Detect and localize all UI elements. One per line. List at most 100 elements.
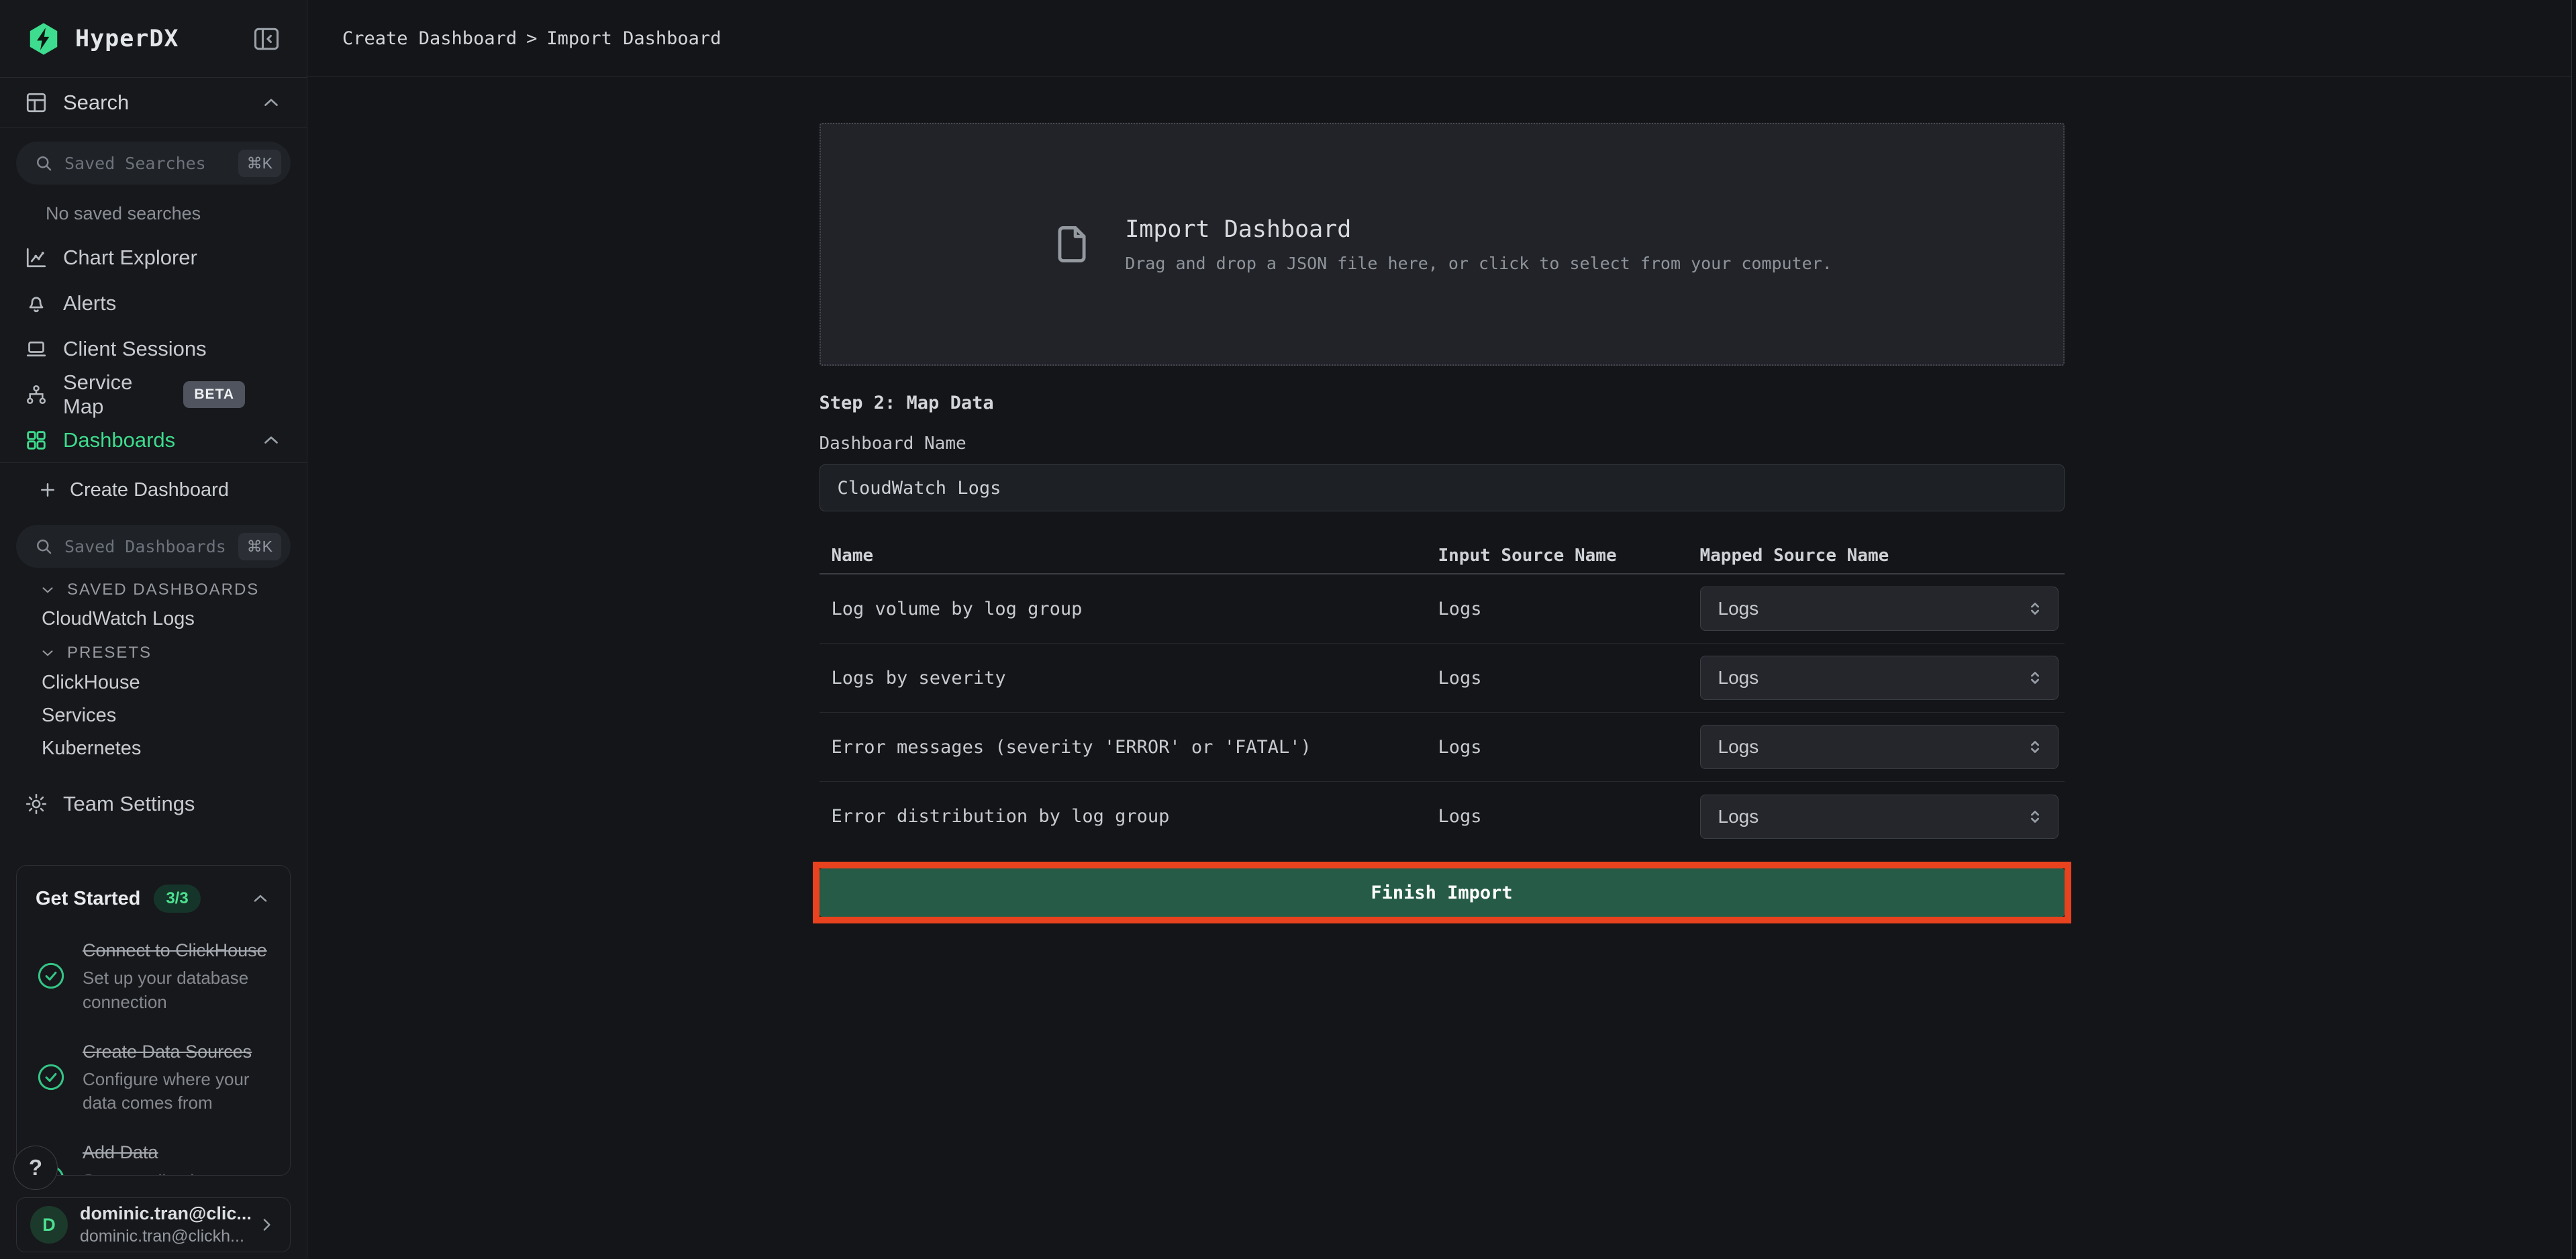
chart-explorer-icon — [24, 246, 48, 270]
checklist-subtitle: Configure where your data comes from — [83, 1068, 271, 1115]
sidebar-item-client-sessions[interactable]: Client Sessions — [0, 326, 307, 372]
dashboard-name-input[interactable] — [820, 464, 2065, 511]
get-started-header: Get Started 3/3 — [36, 885, 271, 913]
create-dashboard-label: Create Dashboard — [70, 479, 229, 501]
plus-icon — [38, 480, 58, 500]
column-header-name: Name — [820, 546, 1438, 566]
dropzone-title: Import Dashboard — [1125, 216, 1832, 243]
saved-dashboards-placeholder: Saved Dashboards — [64, 537, 226, 556]
chevron-up-icon — [260, 429, 283, 452]
sidebar-item-services[interactable]: Services — [0, 699, 307, 732]
beta-badge: BETA — [183, 381, 245, 408]
nav-label: Alerts — [63, 291, 116, 315]
get-started-title: Get Started — [36, 888, 140, 910]
chart-name-cell: Log volume by log group — [820, 599, 1438, 619]
input-source-cell: Logs — [1438, 737, 1700, 758]
search-icon — [34, 153, 54, 173]
input-source-cell: Logs — [1438, 668, 1700, 689]
select-value: Logs — [1718, 736, 1759, 758]
logo-row: HyperDX — [0, 0, 307, 77]
team-settings-label: Team Settings — [63, 792, 195, 816]
checklist-item-sources: Create Data Sources Configure where your… — [36, 1040, 271, 1115]
mapped-source-select[interactable]: Logs — [1700, 587, 2059, 631]
nav-label: Client Sessions — [63, 337, 207, 361]
breadcrumb-separator: > — [526, 28, 537, 49]
breadcrumb: Create Dashboard > Import Dashboard — [307, 0, 2576, 77]
chevron-down-icon — [39, 581, 56, 599]
create-dashboard-button[interactable]: Create Dashboard — [0, 470, 307, 510]
user-email: dominic.tran@clickh... — [80, 1225, 244, 1248]
sidebar-item-team-settings[interactable]: Team Settings — [0, 781, 307, 827]
check-circle-icon — [36, 960, 66, 991]
sidebar-item-alerts[interactable]: Alerts — [0, 281, 307, 326]
chevron-right-icon — [256, 1215, 277, 1235]
nav-label: Chart Explorer — [63, 246, 197, 270]
saved-dashboards-input[interactable]: Saved Dashboards ⌘K — [16, 525, 291, 568]
shortcut-badge: ⌘K — [238, 533, 281, 560]
sidebar-item-service-map[interactable]: Service Map BETA — [0, 372, 307, 417]
sidebar: HyperDX Search Saved Searches ⌘K No save… — [0, 0, 307, 1259]
table-row: Error distribution by log group Logs Log… — [820, 782, 2065, 851]
json-dropzone[interactable]: Import Dashboard Drag and drop a JSON fi… — [820, 123, 2065, 366]
sidebar-item-chart-explorer[interactable]: Chart Explorer — [0, 235, 307, 281]
group-label: PRESETS — [67, 644, 152, 662]
sidebar-spacer — [0, 827, 307, 865]
saved-searches-input[interactable]: Saved Searches ⌘K — [16, 142, 291, 185]
chevrons-up-down-icon — [2024, 736, 2046, 758]
mapped-source-select[interactable]: Logs — [1700, 795, 2059, 839]
no-saved-searches-text: No saved searches — [46, 203, 307, 224]
import-panel: Import Dashboard Drag and drop a JSON fi… — [820, 123, 2065, 923]
sidebar-item-kubernetes[interactable]: Kubernetes — [0, 732, 307, 765]
get-started-card: Get Started 3/3 Connect to ClickHouse Se… — [16, 865, 291, 1176]
breadcrumb-import-dashboard: Import Dashboard — [546, 28, 721, 49]
input-source-cell: Logs — [1438, 806, 1700, 827]
user-account-button[interactable]: D dominic.tran@clic... dominic.tran@clic… — [16, 1197, 291, 1252]
checklist-subtitle: Start sending logs, metrics, or traces — [83, 1169, 271, 1176]
breadcrumb-create-dashboard[interactable]: Create Dashboard — [342, 28, 517, 49]
laptop-icon — [24, 337, 48, 361]
checklist-item-connect: Connect to ClickHouse Set up your databa… — [36, 938, 271, 1014]
chart-name-cell: Error distribution by log group — [820, 806, 1438, 827]
chevron-up-icon — [260, 91, 283, 114]
checklist-subtitle: Set up your database connection — [83, 966, 271, 1013]
search-section-icon — [24, 91, 48, 115]
column-header-input-source: Input Source Name — [1438, 546, 1700, 566]
sidebar-item-dashboards[interactable]: Dashboards — [0, 417, 307, 463]
dashboard-name-label: Dashboard Name — [820, 434, 2065, 454]
app-window: HyperDX Search Saved Searches ⌘K No save… — [0, 0, 2576, 1259]
checklist-item-add-data: Add Data Start sending logs, metrics, or… — [36, 1140, 271, 1176]
bell-icon — [24, 291, 48, 315]
sidebar-collapse-icon[interactable] — [252, 24, 281, 54]
table-row: Error messages (severity 'ERROR' or 'FAT… — [820, 713, 2065, 782]
select-value: Logs — [1718, 667, 1759, 689]
saved-dashboards-group-toggle[interactable]: SAVED DASHBOARDS — [0, 576, 307, 603]
mapped-source-select[interactable]: Logs — [1700, 656, 2059, 700]
chevrons-up-down-icon — [2024, 667, 2046, 689]
checklist-title: Add Data — [83, 1140, 271, 1164]
file-icon — [1051, 218, 1093, 270]
mapped-source-select[interactable]: Logs — [1700, 725, 2059, 769]
column-header-mapped-source: Mapped Source Name — [1700, 546, 2065, 566]
sidebar-item-cloudwatch-logs[interactable]: CloudWatch Logs — [0, 603, 307, 634]
scrollbar[interactable] — [2571, 0, 2576, 1259]
app-title: HyperDX — [75, 26, 179, 52]
table-header: Name Input Source Name Mapped Source Nam… — [820, 538, 2065, 574]
presets-group-toggle[interactable]: PRESETS — [0, 640, 307, 666]
sidebar-item-clickhouse[interactable]: ClickHouse — [0, 666, 307, 699]
progress-badge: 3/3 — [154, 885, 200, 913]
avatar: D — [30, 1206, 68, 1244]
nav-label: Dashboards — [63, 428, 175, 452]
service-map-icon — [24, 383, 48, 407]
search-section-label: Search — [63, 91, 129, 115]
check-circle-icon — [36, 1062, 66, 1093]
sidebar-section-search[interactable]: Search — [0, 77, 307, 128]
hyperdx-logo-icon — [26, 21, 62, 57]
checklist-title: Connect to ClickHouse — [83, 938, 271, 962]
table-row: Logs by severity Logs Logs — [820, 644, 2065, 713]
table-row: Log volume by log group Logs Logs — [820, 574, 2065, 644]
finish-import-button[interactable]: Finish Import — [820, 868, 2065, 917]
select-value: Logs — [1718, 806, 1759, 827]
chevron-up-icon[interactable] — [250, 888, 271, 909]
step-title: Step 2: Map Data — [820, 393, 2065, 413]
help-button[interactable]: ? — [13, 1146, 58, 1190]
